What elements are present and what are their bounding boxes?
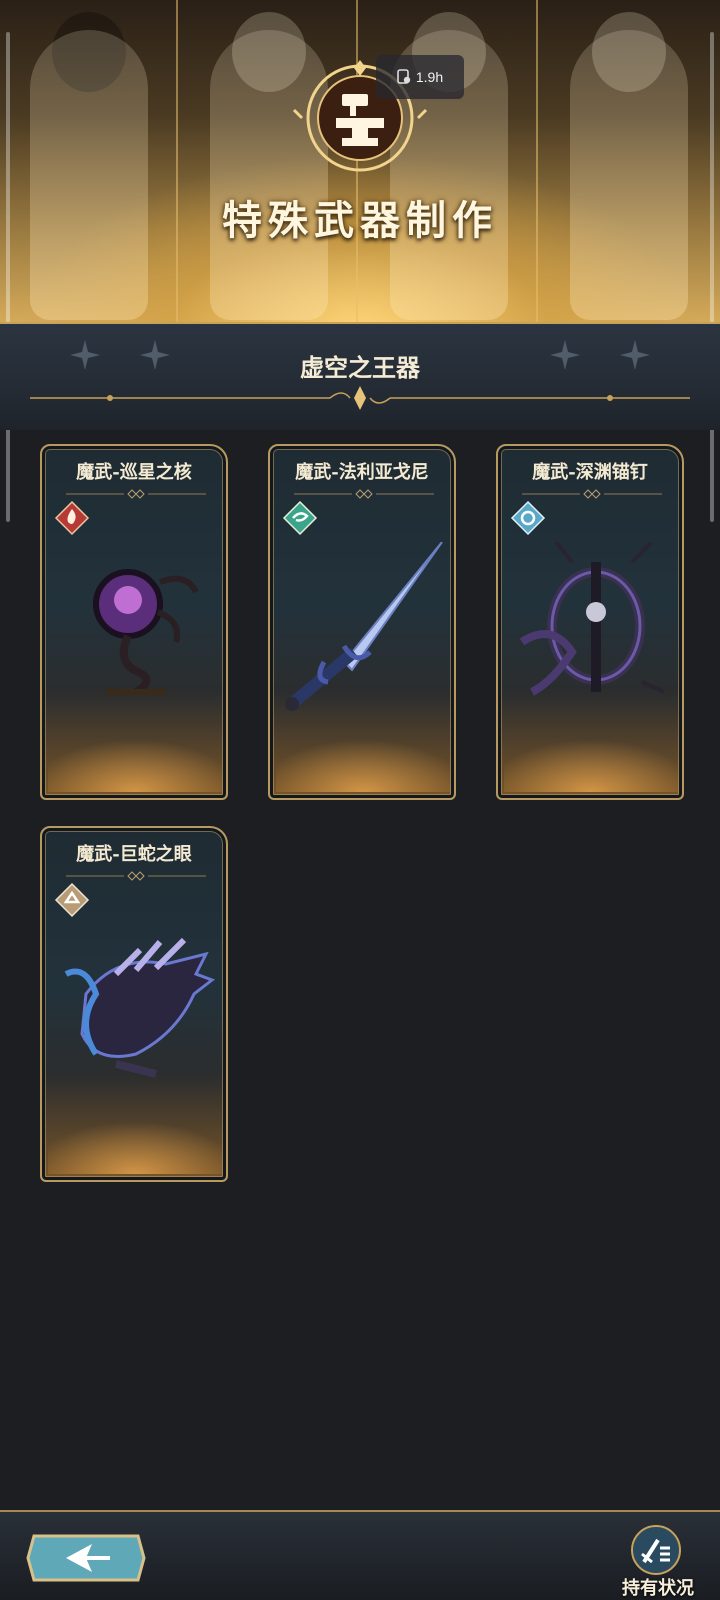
fire-element-icon (54, 500, 90, 536)
section-title: 虚空之王器 (300, 353, 420, 382)
card-divider (66, 489, 206, 499)
card-glow (48, 702, 222, 792)
lance-weapon-image (285, 542, 443, 711)
holdings-button[interactable]: 持有状况 (608, 1524, 708, 1600)
anchor-weapon-image (519, 542, 665, 696)
holdings-label: 持有状况 (622, 1578, 694, 1599)
weapon-card[interactable]: 魔武-法利亚戈尼 (268, 444, 456, 800)
wind-element-icon (282, 500, 318, 536)
bottom-bar: 持有状况 (0, 1510, 720, 1600)
card-divider (522, 489, 662, 499)
weapon-name: 魔武-深渊锚钉 (532, 462, 648, 483)
orb-weapon-image (93, 569, 199, 696)
back-button[interactable] (26, 1534, 146, 1582)
timer-value: 1.9h (415, 69, 444, 85)
ornament-divider (30, 386, 690, 410)
weapon-name: 魔武-法利亚戈尼 (295, 462, 429, 483)
weapon-card[interactable]: 魔武-巨蛇之眼 (40, 826, 228, 1182)
sword-list-icon (631, 1525, 681, 1575)
gauntlet-weapon-image (64, 937, 216, 1078)
earth-element-icon (54, 882, 90, 918)
weapon-card[interactable]: 魔武-深渊锚钉 (496, 444, 684, 800)
scroll-rail-left (6, 32, 10, 522)
card-divider (66, 871, 206, 881)
banner: 特殊武器制作 1.9h (0, 0, 720, 330)
character-panel-4 (540, 0, 718, 322)
fatigue-icon (397, 69, 411, 84)
stamina-timer: 1.9h (376, 55, 464, 99)
weapon-name: 魔武-巡星之核 (76, 462, 192, 483)
weapon-card[interactable]: 魔武-巡星之核 (40, 444, 228, 800)
character-panel-1 (0, 0, 178, 322)
card-glow (504, 702, 678, 792)
card-divider (294, 489, 434, 499)
card-glow (48, 1084, 222, 1174)
scroll-rail-right (710, 32, 714, 522)
section-header: 虚空之王器 (0, 322, 720, 430)
page-title: 特殊武器制作 (222, 197, 498, 244)
weapon-name: 魔武-巨蛇之眼 (76, 844, 192, 865)
card-glow (276, 702, 450, 792)
water-element-icon (510, 500, 546, 536)
